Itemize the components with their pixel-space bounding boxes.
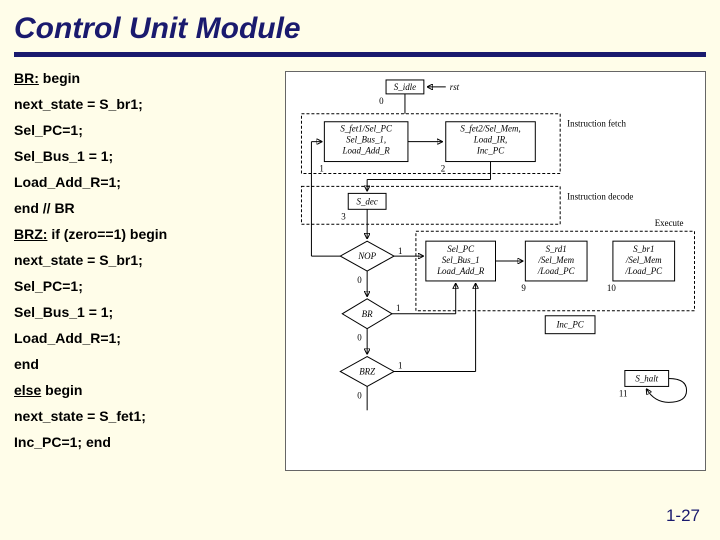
code-line: Sel_PC=1; [14,279,279,293]
inc-pc-label: Inc_PC [555,320,584,330]
s-idle-label: S_idle [394,82,416,92]
s-rd1-l1: S_rd1 [546,244,567,254]
kw-else: else [14,382,41,398]
kw-br: BR: [14,70,39,86]
content-area: BR: begin next_state = S_br1; Sel_PC=1; … [0,71,720,471]
s-fet2-l3: Inc_PC [476,146,505,156]
s-rd1-l2: /Sel_Mem [537,255,574,265]
title-rule [14,52,706,57]
s-fet1-num: 1 [319,164,323,174]
code-line: end // BR [14,201,279,215]
kw-brz: BRZ: [14,226,47,242]
s-fet1-l3: Load_Add_R [342,146,391,156]
slide-title: Control Unit Module [0,0,720,52]
one-label-3: 1 [398,361,402,371]
s-br1-l3: /Load_PC [624,266,663,276]
brz-label: BRZ [359,366,376,376]
one-label-2: 1 [396,303,400,313]
code-line: Sel_PC=1; [14,123,279,137]
code-block: BR: begin next_state = S_br1; Sel_PC=1; … [14,71,279,471]
s-rd1-num: 9 [521,283,526,293]
s-idle-num: 0 [379,96,384,106]
exec-a-l2: Sel_Bus_1 [442,255,480,265]
slide-number: 1-27 [666,506,700,526]
s-dec-label: S_dec [356,196,377,206]
s-fet1-l1: S_fet1/Sel_PC [340,124,393,134]
nop-label: NOP [357,251,376,261]
s-rd1-l3: /Load_PC [537,266,576,276]
s-br1-l1: S_br1 [633,244,654,254]
zero-label-3: 0 [357,390,362,400]
s-br1-l2: /Sel_Mem [625,255,662,265]
code-line: next_state = S_fet1; [14,409,279,423]
zero-label: 0 [357,275,362,285]
diagram-svg: S_idle 0 rst Instruction fetch S_fet1/Se… [286,72,705,470]
s-halt-label: S_halt [635,373,658,383]
instr-decode-label: Instruction decode [567,191,633,201]
s-fet2-l2: Load_IR, [473,135,508,145]
exec-a-l1: Sel_PC [447,244,475,254]
code-line: next_state = S_br1; [14,253,279,267]
code-line: Load_Add_R=1; [14,175,279,189]
code-line: Inc_PC=1; end [14,435,279,449]
state-diagram: S_idle 0 rst Instruction fetch S_fet1/Se… [285,71,706,471]
s-fet2-l1: S_fet2/Sel_Mem, [460,124,520,134]
instr-fetch-label: Instruction fetch [567,119,626,129]
code-line: Sel_Bus_1 = 1; [14,149,279,163]
code-line: BRZ: if (zero==1) begin [14,227,279,241]
code-line: Load_Add_R=1; [14,331,279,345]
code-line: Sel_Bus_1 = 1; [14,305,279,319]
one-label: 1 [398,246,402,256]
s-fet2-num: 2 [441,164,445,174]
code-line: BR: begin [14,71,279,85]
code-line: next_state = S_br1; [14,97,279,111]
rst-label: rst [450,82,460,92]
execute-label: Execute [655,218,684,228]
s-dec-num: 3 [341,211,346,221]
code-line: else begin [14,383,279,397]
s-br1-num: 10 [607,283,616,293]
s-fet1-l2: Sel_Bus_1, [346,135,386,145]
br-label: BR [362,309,373,319]
exec-a-l3: Load_Add_R [436,266,485,276]
s-halt-num: 11 [619,388,628,398]
code-line: end [14,357,279,371]
zero-label-2: 0 [357,333,362,343]
